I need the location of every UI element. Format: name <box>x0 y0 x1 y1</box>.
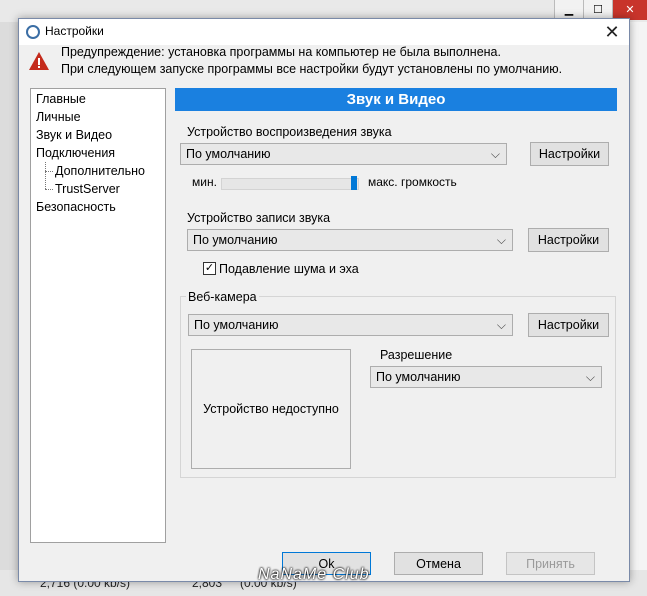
close-icon[interactable]: ✕ <box>612 0 647 20</box>
settings-dialog: Настройки ✕ Предупреждение: установка пр… <box>18 18 630 582</box>
warning-icon <box>29 52 49 70</box>
playback-device-value: По умолчанию <box>186 147 271 161</box>
dialog-close-button[interactable]: ✕ <box>601 21 623 43</box>
volume-max-label: макс. громкость <box>368 175 457 189</box>
resolution-select[interactable]: По умолчанию ⌵ <box>370 366 602 388</box>
volume-slider[interactable] <box>221 178 359 190</box>
tree-connector <box>45 171 53 172</box>
nav-item-security[interactable]: Безопасность <box>36 199 116 216</box>
volume-min-label: мин. <box>192 175 217 189</box>
camera-preview: Устройство недоступно <box>191 349 351 469</box>
volume-slider-thumb[interactable] <box>351 176 357 190</box>
maximize-icon[interactable]: ☐ <box>583 0 612 20</box>
playback-settings-button[interactable]: Настройки <box>530 142 609 166</box>
tree-connector <box>45 162 46 189</box>
minimize-icon[interactable]: ▁ <box>554 0 583 20</box>
nav-item-main[interactable]: Главные <box>36 91 86 108</box>
webcam-value: По умолчанию <box>194 318 279 332</box>
background-window-content <box>628 22 647 596</box>
app-icon <box>26 25 40 39</box>
nav-item-connections[interactable]: Подключения <box>36 145 115 162</box>
playback-device-select[interactable]: По умолчанию ⌵ <box>180 143 507 165</box>
webcam-label: Веб-камера <box>186 290 259 304</box>
webcam-settings-button[interactable]: Настройки <box>528 313 609 337</box>
resolution-label: Разрешение <box>380 348 453 362</box>
playback-device-label: Устройство воспроизведения звука <box>187 125 392 139</box>
settings-nav-tree: Главные Личные Звук и Видео Подключения … <box>30 88 166 543</box>
noise-suppression-label: Подавление шума и эха <box>219 262 359 276</box>
chevron-down-icon: ⌵ <box>496 233 506 247</box>
chevron-down-icon: ⌵ <box>490 147 500 161</box>
cancel-button[interactable]: Отмена <box>394 552 483 575</box>
record-settings-button[interactable]: Настройки <box>528 228 609 252</box>
warning-line-1: Предупреждение: установка программы на к… <box>61 45 501 59</box>
section-title: Звук и Видео <box>175 88 617 111</box>
chevron-down-icon: ⌵ <box>496 318 506 332</box>
noise-suppression-checkbox[interactable]: ✓ <box>203 262 216 275</box>
apply-button[interactable]: Принять <box>506 552 595 575</box>
background-window-controls: ▁ ☐ ✕ <box>554 0 647 20</box>
nav-item-personal[interactable]: Личные <box>36 109 81 126</box>
nav-item-trustserver[interactable]: TrustServer <box>55 181 120 198</box>
chevron-down-icon: ⌵ <box>585 370 595 384</box>
warning-message: Предупреждение: установка программы на к… <box>61 44 562 78</box>
watermark-text: NaNaMe Club <box>258 566 370 583</box>
record-device-select[interactable]: По умолчанию ⌵ <box>187 229 513 251</box>
webcam-select[interactable]: По умолчанию ⌵ <box>188 314 513 336</box>
warning-line-2: При следующем запуске программы все наст… <box>61 62 563 76</box>
nav-item-sound-video[interactable]: Звук и Видео <box>36 127 113 144</box>
record-device-label: Устройство записи звука <box>187 211 331 225</box>
record-device-value: По умолчанию <box>193 233 278 247</box>
nav-item-advanced[interactable]: Дополнительно <box>55 163 145 180</box>
resolution-value: По умолчанию <box>376 370 461 384</box>
tree-connector <box>45 189 53 190</box>
dialog-title: Настройки <box>45 24 104 38</box>
dialog-titlebar: Настройки ✕ <box>19 19 629 45</box>
